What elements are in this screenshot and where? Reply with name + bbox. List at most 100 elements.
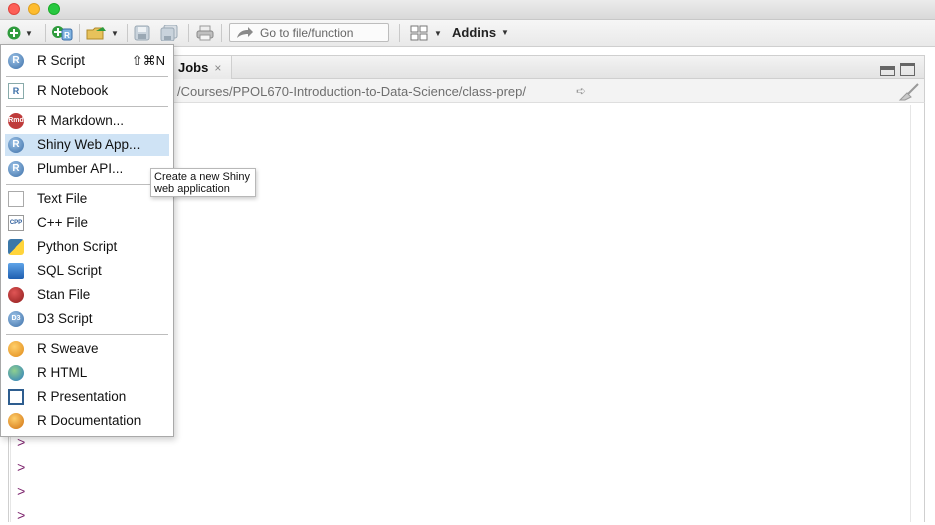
menu-item-stan-file[interactable]: Stan File — [5, 284, 169, 306]
plumber-icon: R — [8, 161, 24, 177]
stan-icon — [8, 287, 24, 303]
menu-item-label: SQL Script — [37, 263, 102, 278]
go-to-arrow-icon — [237, 26, 253, 38]
toolbar-divider — [79, 24, 80, 42]
sweave-icon — [8, 341, 24, 357]
menu-item-r-script[interactable]: R R Script ⇧⌘N — [5, 50, 169, 72]
menu-item-plumber-api[interactable]: R Plumber API... — [5, 158, 169, 180]
toolbar-divider — [221, 24, 222, 42]
open-file-button[interactable]: ▼ — [86, 24, 119, 42]
clear-console-broom-icon[interactable] — [898, 83, 920, 101]
shiny-tooltip: Create a new Shiny web application — [150, 168, 256, 197]
menu-item-cpp-file[interactable]: CPP C++ File — [5, 212, 169, 234]
new-project-button[interactable]: R — [51, 24, 73, 42]
new-project-icon: R — [52, 26, 73, 41]
go-to-placeholder: Go to file/function — [260, 25, 354, 40]
go-to-file-input[interactable]: Go to file/function — [229, 23, 389, 42]
html-icon — [8, 365, 24, 381]
save-all-button[interactable] — [160, 24, 178, 42]
menu-item-sql-script[interactable]: SQL Script — [5, 260, 169, 282]
r-markdown-icon: Rmd — [8, 113, 24, 129]
menu-item-label: R Sweave — [37, 341, 99, 356]
documentation-icon — [8, 413, 24, 429]
shiny-icon: R — [8, 137, 24, 153]
chevron-down-icon: ▼ — [501, 28, 509, 37]
console-prompt: > — [17, 436, 26, 452]
menu-item-label: C++ File — [37, 215, 89, 230]
r-script-icon: R — [8, 53, 24, 69]
menu-divider — [6, 76, 168, 77]
console-prompt: > — [17, 509, 26, 525]
menu-item-python-script[interactable]: Python Script — [5, 236, 169, 258]
save-icon — [134, 25, 150, 41]
r-notebook-icon: R — [8, 83, 24, 99]
new-file-dropdown-menu: R R Script ⇧⌘N R R Notebook Rmd R Markdo… — [0, 44, 174, 437]
window-title-bar — [0, 0, 935, 20]
toolbar-divider — [188, 24, 189, 42]
menu-item-r-presentation[interactable]: R Presentation — [5, 386, 169, 408]
chevron-down-icon: ▼ — [25, 28, 33, 38]
menu-item-r-html[interactable]: R HTML — [5, 362, 169, 384]
menu-item-label: Shiny Web App... — [37, 137, 141, 152]
maximize-pane-button[interactable] — [900, 63, 915, 76]
menu-item-text-file[interactable]: Text File — [5, 188, 169, 210]
toolbar-divider — [399, 24, 400, 42]
close-icon[interactable]: × — [214, 61, 221, 75]
minimize-window-button[interactable] — [28, 3, 40, 15]
menu-item-label: Text File — [37, 191, 88, 206]
menu-divider — [6, 334, 168, 335]
save-button[interactable] — [134, 24, 150, 42]
chevron-down-icon: ▼ — [111, 28, 119, 38]
menu-item-r-markdown[interactable]: Rmd R Markdown... — [5, 110, 169, 132]
tooltip-line-1: Create a new Shiny — [154, 171, 250, 183]
menu-item-r-notebook[interactable]: R R Notebook — [5, 80, 169, 102]
menu-item-label: Stan File — [37, 287, 91, 302]
toolbar-divider — [127, 24, 128, 42]
tooltip-line-2: web application — [154, 183, 230, 195]
save-all-icon — [160, 25, 178, 41]
menu-item-shiny-web-app[interactable]: R Shiny Web App... — [5, 134, 169, 156]
console-prompt: > — [17, 485, 26, 501]
main-toolbar: ▼ R ▼ Go to file/function ▼ Addins ▼ — [0, 20, 935, 47]
tab-jobs-label: Jobs — [178, 60, 209, 75]
pane-layout-button[interactable]: ▼ — [410, 24, 442, 42]
pane-layout-icon — [410, 25, 428, 41]
menu-item-label: Python Script — [37, 239, 118, 254]
toolbar-divider — [45, 24, 46, 42]
menu-item-label: D3 Script — [37, 311, 93, 326]
new-file-button[interactable]: ▼ — [6, 24, 33, 42]
new-file-icon — [7, 26, 21, 40]
svg-text:R: R — [64, 31, 70, 40]
text-file-icon — [8, 191, 24, 207]
menu-item-label: Plumber API... — [37, 161, 124, 176]
sql-icon — [8, 263, 24, 279]
minimize-pane-button[interactable] — [880, 66, 895, 76]
d3-icon: D3 — [8, 311, 24, 327]
menu-item-label: R HTML — [37, 365, 88, 380]
keyboard-shortcut: ⇧⌘N — [131, 53, 165, 68]
chevron-down-icon: ▼ — [434, 28, 442, 38]
menu-item-label: R Documentation — [37, 413, 142, 428]
working-directory-path: /Courses/PPOL670-Introduction-to-Data-Sc… — [177, 84, 526, 99]
menu-item-label: R Notebook — [37, 83, 109, 98]
menu-item-label: R Presentation — [37, 389, 127, 404]
menu-divider — [6, 106, 168, 107]
cpp-icon: CPP — [8, 215, 24, 231]
menu-item-label: R Script — [37, 53, 86, 68]
zoom-window-button[interactable] — [48, 3, 60, 15]
close-window-button[interactable] — [8, 3, 20, 15]
menu-item-r-documentation[interactable]: R Documentation — [5, 410, 169, 432]
menu-item-d3-script[interactable]: D3 D3 Script — [5, 308, 169, 330]
menu-divider — [6, 184, 168, 185]
go-to-directory-icon[interactable]: ➪ — [576, 84, 586, 98]
print-icon — [196, 25, 214, 41]
print-button[interactable] — [196, 24, 214, 42]
menu-item-label: R Markdown... — [37, 113, 125, 128]
menu-item-r-sweave[interactable]: R Sweave — [5, 338, 169, 360]
console-prompt: > — [17, 461, 26, 477]
open-folder-icon — [86, 27, 106, 40]
tab-jobs[interactable]: Jobs × — [172, 56, 232, 79]
presentation-icon — [8, 389, 24, 405]
python-icon — [8, 239, 24, 255]
addins-menu-button[interactable]: Addins — [452, 25, 496, 40]
